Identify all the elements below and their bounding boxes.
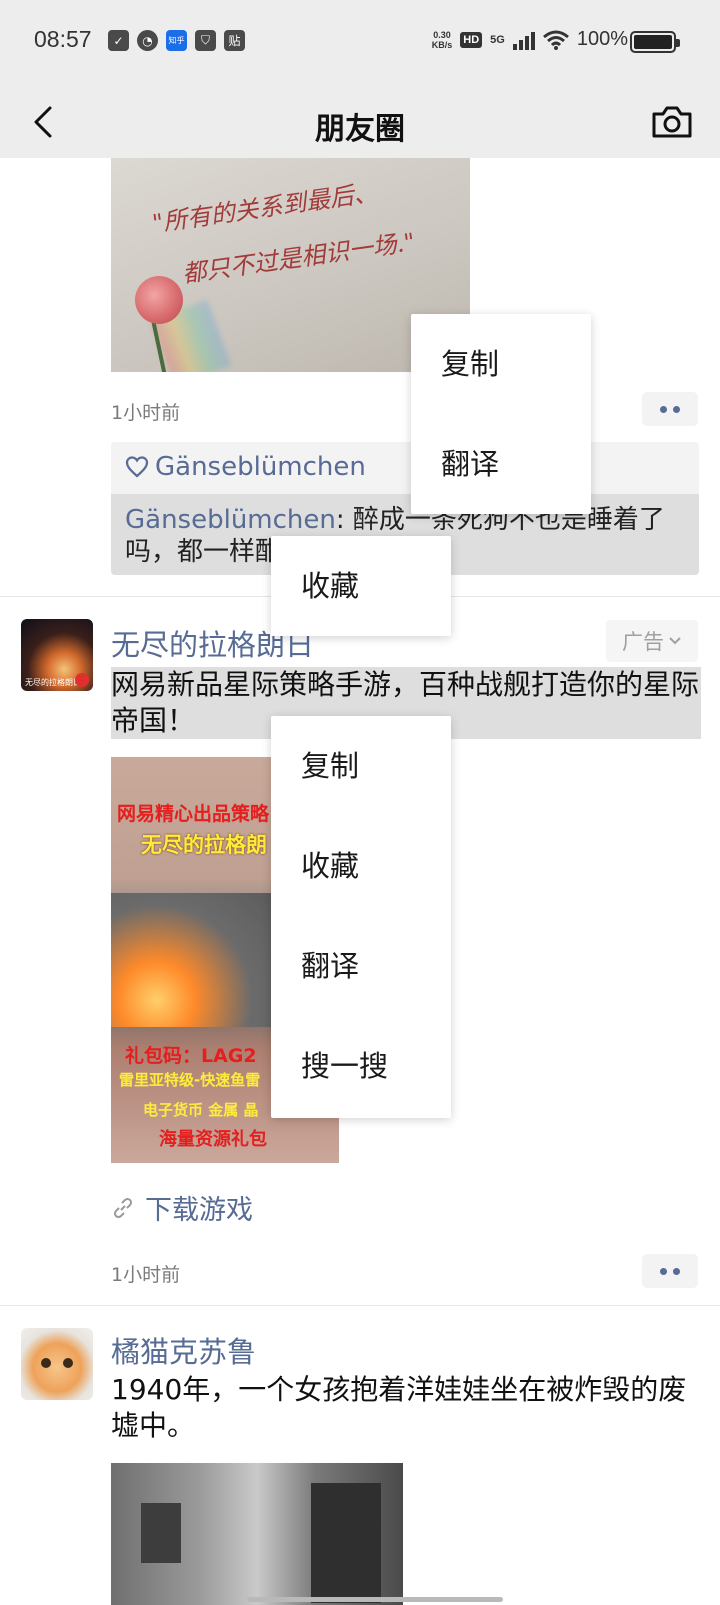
divider (0, 1305, 720, 1306)
download-link-label[interactable]: 下载游戏 (145, 1188, 253, 1227)
rose-flower (135, 276, 183, 324)
comment-author[interactable]: Gänseblümchen (125, 505, 336, 535)
ad-image-text: 雷里亚特级-快速鱼雷 (119, 1071, 261, 1089)
heart-icon (125, 456, 149, 478)
battery-percent: 100% (576, 28, 628, 50)
image-handwriting-line: 都只不过是相识一场." (180, 227, 417, 289)
page-title: 朋友圈 (315, 112, 405, 147)
clock-app-icon: ◔ (137, 30, 158, 51)
network-type: 5G (490, 33, 505, 46)
menu-item-translate[interactable]: 翻译 (411, 414, 591, 514)
download-link[interactable]: 下载游戏 (111, 1188, 253, 1227)
task-icon: ✓ (108, 30, 129, 51)
likes-row: Gänseblümchen (125, 452, 366, 482)
ad-label: 广告 (622, 630, 664, 654)
menu-item-copy[interactable]: 复制 (271, 716, 451, 816)
link-icon (113, 1197, 133, 1218)
poster-name[interactable]: 橘猫克苏鲁 (111, 1329, 256, 1371)
like-user-name[interactable]: Gänseblümchen (155, 452, 366, 482)
tieba-icon: 贴 (224, 30, 245, 51)
ad-image-text: 无尽的拉格朗 (141, 833, 267, 857)
menu-item-favorite[interactable]: 收藏 (271, 536, 451, 636)
ad-image-text: 海量资源礼包 (159, 1129, 267, 1150)
context-menu: 复制 收藏 翻译 搜一搜 (271, 716, 451, 1118)
net-speed: 0.30 KB/s (431, 29, 453, 50)
context-menu: 收藏 (271, 536, 451, 636)
avatar-label: 无尽的拉格朗日 (25, 678, 81, 687)
status-right: 0.30 KB/s HD 5G 100% (432, 28, 628, 51)
ad-image-text: 电子货币 金属 晶 (143, 1101, 259, 1119)
context-menu: 复制 翻译 (411, 314, 591, 514)
menu-item-copy[interactable]: 复制 (411, 314, 591, 414)
chevron-down-icon (669, 637, 681, 645)
ad-image-text: 礼包码：LAG2 (125, 1045, 257, 1067)
signal-icon (512, 30, 535, 50)
more-actions-button[interactable] (642, 1254, 698, 1288)
ad-badge[interactable]: 广告 (606, 620, 698, 662)
home-indicator[interactable] (247, 1597, 503, 1602)
shield-icon: ⛉ (195, 30, 216, 51)
image-handwriting-line: "所有的关系到最后、 (150, 178, 380, 238)
netease-logo-icon (75, 673, 89, 687)
menu-item-translate[interactable]: 翻译 (271, 916, 451, 1016)
battery-icon (630, 31, 680, 53)
post-time: 1小时前 (111, 1264, 181, 1286)
avatar[interactable]: 无尽的拉格朗日 (21, 619, 93, 691)
post-text[interactable]: 1940年，一个女孩抱着洋娃娃坐在被炸毁的废墟中。 (111, 1372, 701, 1444)
ad-image-text: 网易精心出品策略 (117, 803, 270, 825)
notification-icons: ✓ ◔ 知乎 ⛉ 贴 (108, 30, 245, 51)
status-time: 08:57 (34, 26, 92, 52)
avatar[interactable] (21, 1328, 93, 1400)
status-bar: 08:57 ✓ ◔ 知乎 ⛉ 贴 0.30 KB/s HD 5G 100% (0, 0, 720, 86)
camera-icon[interactable] (648, 98, 696, 146)
menu-item-search[interactable]: 搜一搜 (271, 1016, 451, 1116)
menu-item-favorite[interactable]: 收藏 (271, 816, 451, 916)
wifi-icon (542, 30, 569, 50)
comment-separator: : (335, 505, 353, 535)
zhihu-icon: 知乎 (166, 30, 187, 51)
post-time: 1小时前 (111, 402, 181, 424)
more-actions-button[interactable] (642, 392, 698, 426)
post-image[interactable] (111, 1463, 403, 1605)
nav-bar: 朋友圈 (0, 86, 720, 158)
hd-icon: HD (460, 31, 483, 48)
